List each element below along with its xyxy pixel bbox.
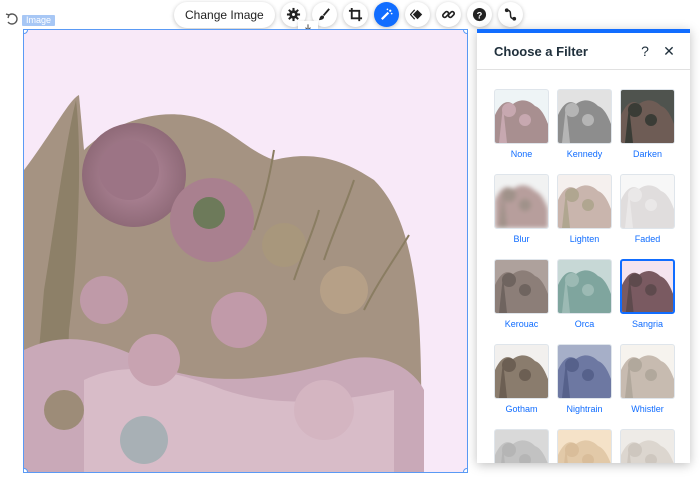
image-toolbar: Change Image ? — [174, 1, 523, 28]
change-image-button[interactable]: Change Image — [174, 1, 275, 28]
filter-option-blur[interactable]: Blur — [494, 174, 549, 244]
filter-thumbnail[interactable] — [620, 429, 675, 463]
filter-label: Darken — [632, 149, 662, 159]
filter-option-orca[interactable]: Orca — [557, 259, 612, 329]
filter-label: Faded — [634, 234, 661, 244]
filter-option-none[interactable]: None — [494, 89, 549, 159]
filter-thumbnail[interactable] — [494, 429, 549, 463]
filter-grid: None Kennedy Darken Blur Lighten Faded Kerouac… — [494, 89, 675, 463]
image-canvas[interactable] — [23, 29, 468, 473]
crop-icon[interactable] — [342, 2, 368, 27]
filter-thumbnail[interactable] — [494, 174, 549, 229]
close-icon[interactable]: ✕ — [660, 42, 678, 60]
filter-option-item-15[interactable] — [620, 429, 675, 463]
filter-thumbnail[interactable] — [557, 174, 612, 229]
filter-thumbnail[interactable] — [620, 344, 675, 399]
filter-thumbnail[interactable] — [557, 344, 612, 399]
filter-option-item-14[interactable] — [557, 429, 612, 463]
filter-thumbnail[interactable] — [557, 259, 612, 314]
filter-option-item-13[interactable] — [494, 429, 549, 463]
flower-image — [24, 30, 467, 472]
filter-option-darken[interactable]: Darken — [620, 89, 675, 159]
filter-thumbnail[interactable] — [557, 89, 612, 144]
animation-icon[interactable] — [404, 2, 430, 27]
connect-icon[interactable] — [497, 2, 523, 27]
help-icon[interactable]: ? — [466, 2, 492, 27]
help-icon[interactable]: ? — [636, 42, 654, 60]
panel-header: Choose a Filter ? ✕ — [477, 33, 690, 70]
svg-text:?: ? — [476, 10, 482, 20]
filter-option-sangria[interactable]: Sangria — [620, 259, 675, 329]
filter-label: Sangria — [631, 319, 664, 329]
filter-panel: Choose a Filter ? ✕ None Kennedy Darken Blu… — [477, 29, 690, 463]
undo-icon[interactable] — [4, 11, 20, 27]
resize-handle[interactable] — [24, 468, 28, 472]
link-icon[interactable] — [435, 2, 461, 27]
resize-handle[interactable] — [463, 468, 467, 472]
filter-thumbnail[interactable] — [494, 344, 549, 399]
filter-thumbnail[interactable] — [620, 259, 675, 314]
filter-option-kennedy[interactable]: Kennedy — [557, 89, 612, 159]
panel-title: Choose a Filter — [494, 43, 588, 59]
filter-thumbnail[interactable] — [494, 259, 549, 314]
filter-option-lighten[interactable]: Lighten — [557, 174, 612, 244]
filter-thumbnail[interactable] — [620, 174, 675, 229]
filter-option-kerouac[interactable]: Kerouac — [494, 259, 549, 329]
filter-option-faded[interactable]: Faded — [620, 174, 675, 244]
selection-tag: Image — [22, 15, 56, 26]
filter-option-gotham[interactable]: Gotham — [494, 344, 549, 414]
filter-option-whistler[interactable]: Whistler — [620, 344, 675, 414]
filter-option-nightrain[interactable]: Nightrain — [557, 344, 612, 414]
filter-thumbnail[interactable] — [620, 89, 675, 144]
filter-thumbnail[interactable] — [557, 429, 612, 463]
resize-handle[interactable] — [463, 30, 467, 34]
filter-magic-icon[interactable] — [373, 2, 399, 27]
filter-thumbnail[interactable] — [494, 89, 549, 144]
filter-label: Whistler — [631, 404, 664, 414]
